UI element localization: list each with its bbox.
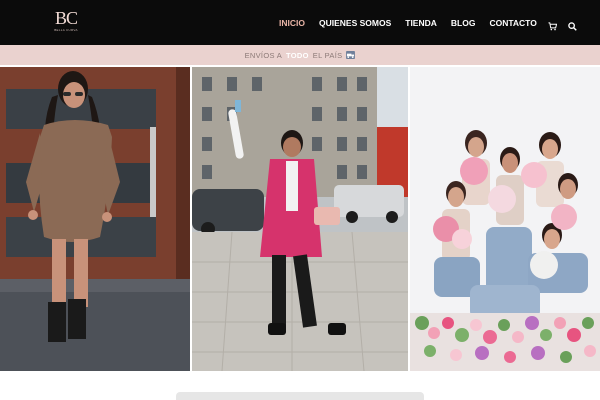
nav-item-tienda[interactable]: TIENDA [405, 18, 437, 28]
logo-mark: BC [54, 8, 78, 28]
truck-icon [346, 51, 356, 59]
nav-item-contacto[interactable]: CONTACTO [489, 18, 536, 28]
nav-item-inicio[interactable]: INICIO [279, 18, 305, 28]
brand-logo[interactable]: BC BELLA CURVA [48, 8, 84, 36]
nav-item-blog[interactable]: BLOG [451, 18, 476, 28]
gallery-photo-2[interactable] [192, 67, 408, 371]
site-header: BC BELLA CURVA INICIO QUIENES SOMOS TIEN… [0, 0, 600, 45]
banner-text-highlight: TODO [286, 50, 309, 60]
bottom-bar [176, 392, 424, 400]
cart-icon[interactable] [548, 18, 558, 31]
logo-tagline: BELLA CURVA [54, 28, 78, 32]
banner-text-after: EL PAÍS [312, 50, 343, 60]
gallery-photo-1[interactable] [0, 67, 190, 371]
photo-gallery [0, 67, 600, 371]
main-nav: INICIO QUIENES SOMOS TIENDA BLOG CONTACT… [279, 0, 577, 45]
gallery-photo-3[interactable] [410, 67, 600, 371]
banner-text-before: ENVÍOS A [244, 50, 283, 60]
shipping-banner: ENVÍOS A TODO EL PAÍS [0, 45, 600, 65]
nav-item-quienes-somos[interactable]: QUIENES SOMOS [319, 18, 391, 28]
search-icon[interactable] [568, 18, 577, 31]
